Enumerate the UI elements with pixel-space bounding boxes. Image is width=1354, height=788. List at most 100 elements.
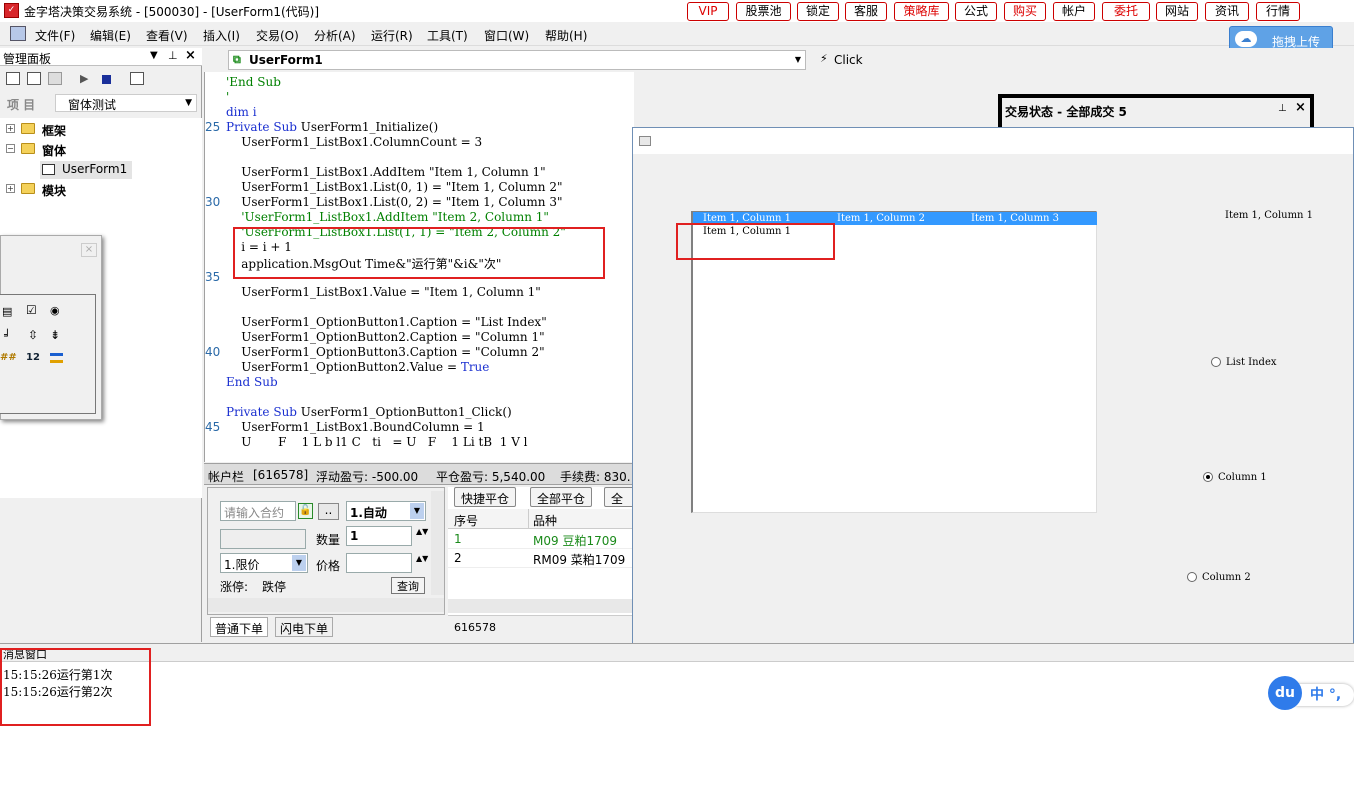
dropdown-icon[interactable]: ▼ bbox=[150, 50, 158, 61]
scrollbar-vertical[interactable] bbox=[431, 491, 444, 595]
code-line[interactable]: dim i bbox=[226, 105, 257, 119]
strategy-lib-button[interactable]: 策略库 bbox=[894, 2, 949, 21]
code-line[interactable]: UserForm1_ListBox1.Value = "Item 1, Colu… bbox=[226, 285, 541, 299]
vip-button[interactable]: VIP bbox=[687, 2, 729, 21]
spin-tool-icon[interactable]: ⇳ bbox=[28, 328, 38, 342]
lock-button[interactable]: 锁定 bbox=[797, 2, 839, 21]
frame-tool-icon[interactable]: ╛ bbox=[4, 329, 11, 342]
expand-icon[interactable]: + bbox=[6, 184, 15, 193]
tree-item-frame[interactable]: + 框架 bbox=[6, 121, 196, 139]
play-icon[interactable]: ▶ bbox=[80, 72, 88, 85]
menu-analysis[interactable]: 分析(A) bbox=[314, 27, 356, 44]
query-button[interactable]: 查询 bbox=[391, 577, 425, 594]
service-button[interactable]: 客服 bbox=[845, 2, 887, 21]
pin-icon[interactable]: ⊥ bbox=[168, 49, 178, 62]
close-all-button[interactable]: 全部平仓 bbox=[530, 487, 593, 507]
code-line[interactable]: UserForm1_OptionButton2.Value = True bbox=[226, 360, 489, 374]
tree-item-module[interactable]: + 模块 bbox=[6, 181, 196, 199]
stop-icon[interactable] bbox=[102, 75, 111, 84]
more-button[interactable]: .. bbox=[318, 503, 339, 520]
ime-mode[interactable]: 中 °, bbox=[1296, 684, 1354, 706]
option-list-index[interactable]: List Index bbox=[1211, 357, 1331, 371]
scrollbar-horizontal[interactable] bbox=[208, 598, 444, 612]
code-line[interactable]: UserForm1_ListBox1.List(0, 1) = "Item 1,… bbox=[226, 180, 562, 194]
price-type-select[interactable]: 1.限价 ▼ bbox=[220, 553, 308, 573]
baidu-ime-icon[interactable]: du bbox=[1268, 676, 1302, 710]
print-icon[interactable] bbox=[48, 72, 62, 85]
listbox-tool-icon[interactable]: ▤ bbox=[2, 305, 12, 318]
tree-item-userform1[interactable]: UserForm1 bbox=[40, 161, 132, 179]
table-row[interactable]: 2 RM09 菜粕1709 bbox=[448, 549, 634, 568]
entrust-button[interactable]: 委托 bbox=[1102, 2, 1150, 21]
menu-view[interactable]: 查看(V) bbox=[146, 27, 188, 44]
menu-edit[interactable]: 编辑(E) bbox=[90, 27, 131, 44]
code-line[interactable]: Private Sub UserForm1_Initialize() bbox=[226, 120, 438, 134]
code-line[interactable]: 'UserForm1_ListBox1.AddItem "Item 2, Col… bbox=[226, 210, 549, 224]
spin-icon[interactable]: ▲▼ bbox=[416, 527, 428, 536]
code-line[interactable]: UserForm1_OptionButton1.Caption = "List … bbox=[226, 315, 546, 329]
doc-icon[interactable] bbox=[10, 26, 26, 41]
code-line[interactable]: End Sub bbox=[226, 375, 278, 389]
tree-item-form[interactable]: − 窗体 bbox=[6, 141, 196, 159]
contract-input[interactable]: 请输入合约 bbox=[220, 501, 296, 521]
ime-toolbar[interactable]: 中 °, du bbox=[1268, 676, 1354, 712]
code-line[interactable]: UserForm1_OptionButton3.Caption = "Colum… bbox=[226, 345, 544, 359]
price-input[interactable] bbox=[346, 553, 412, 573]
userform-window[interactable]: Item 1, Column 1 Item 1, Column 2 Item 1… bbox=[632, 127, 1354, 647]
stock-pool-button[interactable]: 股票池 bbox=[736, 2, 791, 21]
collapse-icon[interactable]: − bbox=[6, 144, 15, 153]
option-column-2[interactable]: Column 2 bbox=[1187, 572, 1307, 586]
news-button[interactable]: 资讯 bbox=[1205, 2, 1249, 21]
menu-insert[interactable]: 插入(I) bbox=[203, 27, 240, 44]
toolbox-window[interactable]: × ▤ ☑ ◉ ╛ ⇳ ⇟ ## 12 bbox=[0, 235, 102, 420]
code-line[interactable]: UserForm1_ListBox1.BoundColumn = 1 bbox=[226, 420, 484, 434]
properties-icon[interactable] bbox=[130, 72, 144, 85]
number-tool-icon[interactable]: 12 bbox=[26, 352, 40, 363]
tab-tool-icon[interactable] bbox=[50, 353, 63, 363]
code-line[interactable]: Private Sub UserForm1_OptionButton1_Clic… bbox=[226, 405, 512, 419]
close-icon[interactable]: × bbox=[1295, 100, 1306, 115]
code-line[interactable]: U F 1 L b l1 C ti = U F 1 Li tB 1 V l bbox=[226, 435, 527, 449]
checkbox-tool-icon[interactable]: ☑ bbox=[26, 303, 37, 317]
scroll-tool-icon[interactable]: ⇟ bbox=[50, 328, 60, 342]
menu-trade[interactable]: 交易(O) bbox=[256, 27, 299, 44]
object-select[interactable]: ⧉ UserForm1 ▼ bbox=[228, 50, 806, 70]
menu-file[interactable]: 文件(F) bbox=[35, 27, 75, 44]
account-button[interactable]: 帐户 bbox=[1053, 2, 1095, 21]
spin-icon[interactable]: ▲▼ bbox=[416, 554, 428, 563]
radio-tool-icon[interactable]: ◉ bbox=[50, 304, 60, 317]
project-select[interactable]: 窗体测试 ▼ bbox=[55, 94, 197, 112]
code-line[interactable]: ' bbox=[226, 90, 229, 104]
scrollbar-horizontal[interactable] bbox=[448, 599, 634, 613]
menu-run[interactable]: 运行(R) bbox=[371, 27, 413, 44]
menu-window[interactable]: 窗口(W) bbox=[484, 27, 529, 44]
expand-icon[interactable]: + bbox=[6, 124, 15, 133]
tab-flash-order[interactable]: 闪电下单 bbox=[275, 617, 334, 637]
qty-input[interactable]: 1 bbox=[346, 526, 412, 546]
lock-icon[interactable]: 🔓 bbox=[298, 503, 313, 519]
option-column-1[interactable]: Column 1 bbox=[1203, 472, 1323, 486]
market-button[interactable]: 行情 bbox=[1256, 2, 1300, 21]
close-icon[interactable]: × bbox=[81, 243, 97, 257]
tab-normal-order[interactable]: 普通下单 bbox=[210, 617, 269, 637]
code-line[interactable]: UserForm1_OptionButton2.Caption = "Colum… bbox=[226, 330, 544, 344]
website-button[interactable]: 网站 bbox=[1156, 2, 1198, 21]
pin-icon[interactable]: ⊥ bbox=[1278, 103, 1287, 114]
code-line[interactable]: UserForm1_ListBox1.ColumnCount = 3 bbox=[226, 135, 482, 149]
hash-tool-icon[interactable]: ## bbox=[0, 352, 17, 363]
form-icon[interactable] bbox=[27, 72, 41, 85]
buy-button[interactable]: 购买 bbox=[1004, 2, 1046, 21]
menu-help[interactable]: 帮助(H) bbox=[545, 27, 587, 44]
grid-icon[interactable] bbox=[6, 72, 20, 85]
menu-tools[interactable]: 工具(T) bbox=[427, 27, 468, 44]
formula-button[interactable]: 公式 bbox=[955, 2, 997, 21]
code-line[interactable]: UserForm1_ListBox1.AddItem "Item 1, Colu… bbox=[226, 165, 545, 179]
quick-close-button[interactable]: 快捷平仓 bbox=[454, 487, 517, 507]
message-window[interactable]: 15:15:26运行第1次 15:15:26运行第2次 bbox=[0, 661, 1354, 788]
close-icon[interactable]: × bbox=[185, 48, 196, 63]
code-line[interactable]: UserForm1_ListBox1.List(0, 2) = "Item 1,… bbox=[226, 195, 562, 209]
procedure-select[interactable]: ⚡ Click bbox=[816, 50, 1016, 70]
all-button[interactable]: 全部 bbox=[604, 487, 634, 523]
table-row[interactable]: 1 M09 豆粕1709 bbox=[448, 530, 634, 549]
code-line[interactable]: 'End Sub bbox=[226, 75, 281, 89]
